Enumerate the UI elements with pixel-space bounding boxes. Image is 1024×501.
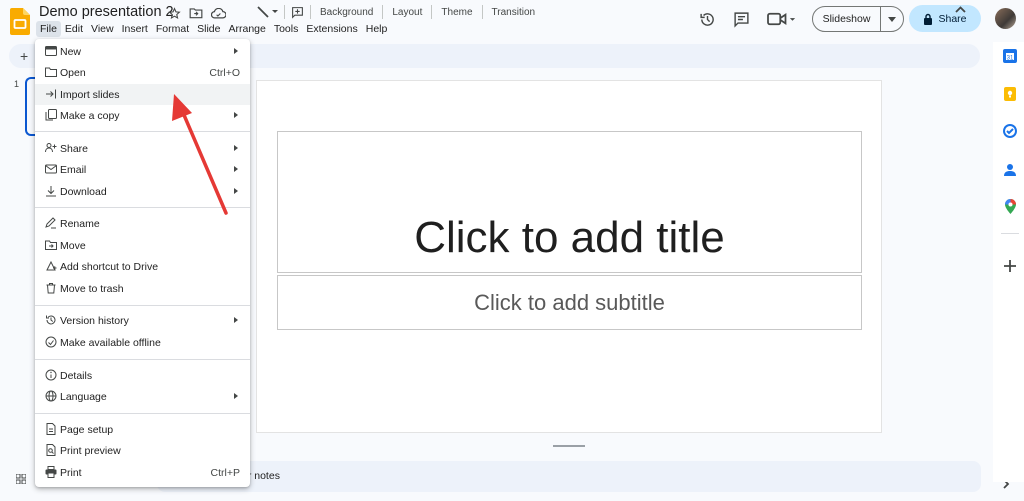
annotation-arrow: [172, 94, 228, 215]
